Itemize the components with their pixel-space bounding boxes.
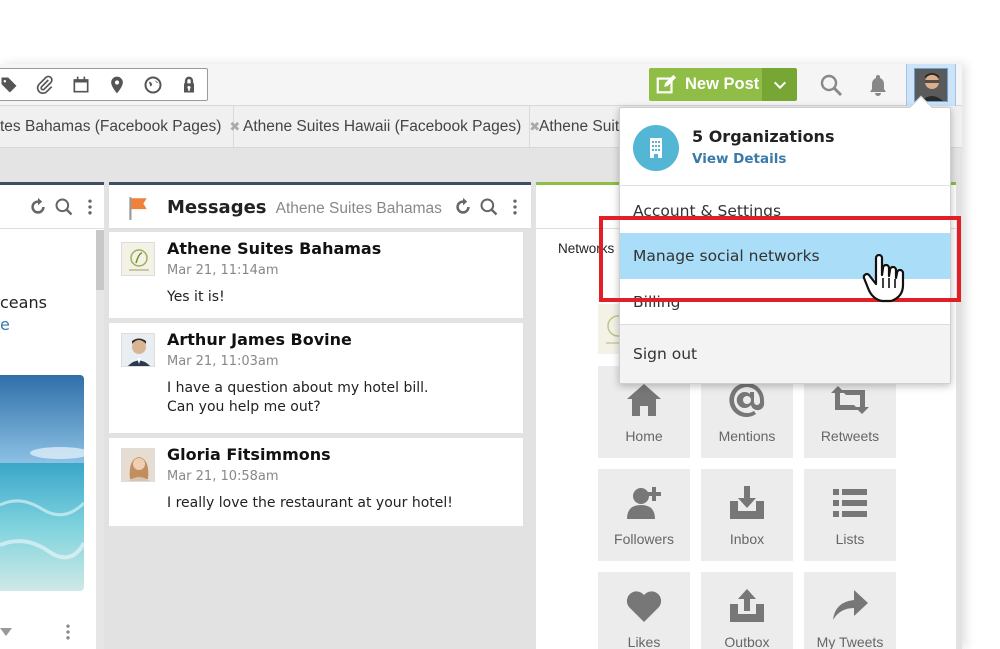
home-icon [627,384,661,416]
tab-label: Athene Suite [539,118,628,135]
message-body: I have a question about my hotel bill. C… [167,380,429,415]
column-subtitle: Athene Suites Bahamas [275,200,442,217]
messages-column: Messages Athene Suites Bahamas Athene Su… [109,182,531,649]
share-arrow-icon [833,590,868,620]
search-icon[interactable] [479,197,499,217]
tab-label: tes Bahamas (Facebook Pages) [0,118,222,135]
post-snippet-link[interactable]: e [0,315,10,334]
tile-label: Lists [835,531,865,547]
tile-label: Retweets [820,428,880,444]
tile-label: Home [625,428,663,444]
at-icon [729,382,765,417]
building-icon [633,125,679,171]
avatar [121,242,155,276]
new-post-label: New Post [685,75,760,93]
caret-down-icon[interactable] [0,628,12,636]
sign-out-section: Sign out [620,324,950,383]
tile-likes[interactable]: Likes [598,572,690,649]
post-image[interactable] [0,375,84,591]
column-header [0,182,104,229]
new-post-main[interactable]: New Post [649,68,763,101]
message-sender[interactable]: Gloria Fitsimmons [167,445,331,464]
column-header: Messages Athene Suites Bahamas [109,182,531,229]
tile-label: Mentions [718,428,776,444]
list-icon [833,489,867,517]
organizations-section: 5 Organizations View Details [620,108,950,186]
tile-followers[interactable]: Followers [598,469,690,561]
message-item[interactable]: Arthur James Bovine Mar 21, 11:03am I ha… [109,323,523,433]
new-post-dropdown[interactable] [763,68,797,101]
organizations-count: 5 Organizations [692,127,835,146]
tile-label: Likes [627,634,661,649]
tab-bahamas[interactable]: tes Bahamas (Facebook Pages) ✖ [0,106,240,148]
avatar [121,448,155,482]
top-bar: New Post [0,64,962,106]
bell-icon[interactable] [865,72,891,98]
paperclip-icon[interactable] [33,73,57,97]
compose-toolbox [0,68,208,101]
message-body: I really love the restaurant at your hot… [167,495,453,511]
scrollbar[interactable] [96,230,104,649]
tile-label: My Tweets [816,634,884,649]
tile-label: Inbox [729,531,765,547]
message-body: Yes it is! [167,289,225,305]
compose-icon [656,74,677,93]
tile-outbox[interactable]: Outbox [701,572,793,649]
inbox-icon [730,486,764,519]
location-pin-icon[interactable] [105,73,129,97]
message-item[interactable]: Gloria Fitsimmons Mar 21, 10:58am I real… [109,438,523,526]
message-time: Mar 21, 11:03am [167,354,279,369]
heart-icon [626,591,662,622]
tile-label: Outbox [724,634,770,649]
add-user-icon [627,487,661,519]
search-icon[interactable] [818,72,844,98]
calendar-icon[interactable] [69,73,93,97]
tile-lists[interactable]: Lists [804,469,896,561]
message-item[interactable]: Athene Suites Bahamas Mar 21, 11:14am Ye… [109,232,523,318]
globe-icon[interactable] [141,73,165,97]
tile-label: Followers [614,531,674,547]
flag-icon [129,197,147,220]
avatar [121,333,155,367]
view-details-link[interactable]: View Details [692,151,786,167]
tile-my-tweets[interactable]: My Tweets [804,572,896,649]
sign-out-button[interactable]: Sign out [620,331,950,377]
message-sender[interactable]: Athene Suites Bahamas [167,239,381,258]
refresh-icon[interactable] [28,197,48,217]
refresh-icon[interactable] [453,197,473,217]
tab-hawaii[interactable]: Athene Suites Hawaii (Facebook Pages) ✖ [234,106,540,148]
new-post-button[interactable]: New Post [649,68,797,101]
post-snippet-text: ceans [0,293,47,312]
lock-icon[interactable] [177,73,201,97]
message-sender[interactable]: Arthur James Bovine [167,330,352,349]
chevron-down-icon [773,81,787,89]
tag-icon[interactable] [0,73,21,97]
retweet-icon [831,386,869,414]
left-stream-column: ceans e [0,182,104,649]
tile-inbox[interactable]: Inbox [701,469,793,561]
search-icon[interactable] [54,197,74,217]
message-time: Mar 21, 11:14am [167,263,279,278]
account-avatar-button[interactable] [906,64,956,106]
column-title: Messages [167,197,267,218]
more-vertical-icon[interactable] [80,197,100,217]
hand-cursor-icon [862,254,905,303]
more-vertical-icon[interactable] [505,197,525,217]
outbox-icon [730,589,764,622]
tab-label: Athene Suites Hawaii (Facebook Pages) [243,118,522,135]
message-time: Mar 21, 10:58am [167,469,279,484]
more-vertical-icon[interactable] [58,622,78,642]
